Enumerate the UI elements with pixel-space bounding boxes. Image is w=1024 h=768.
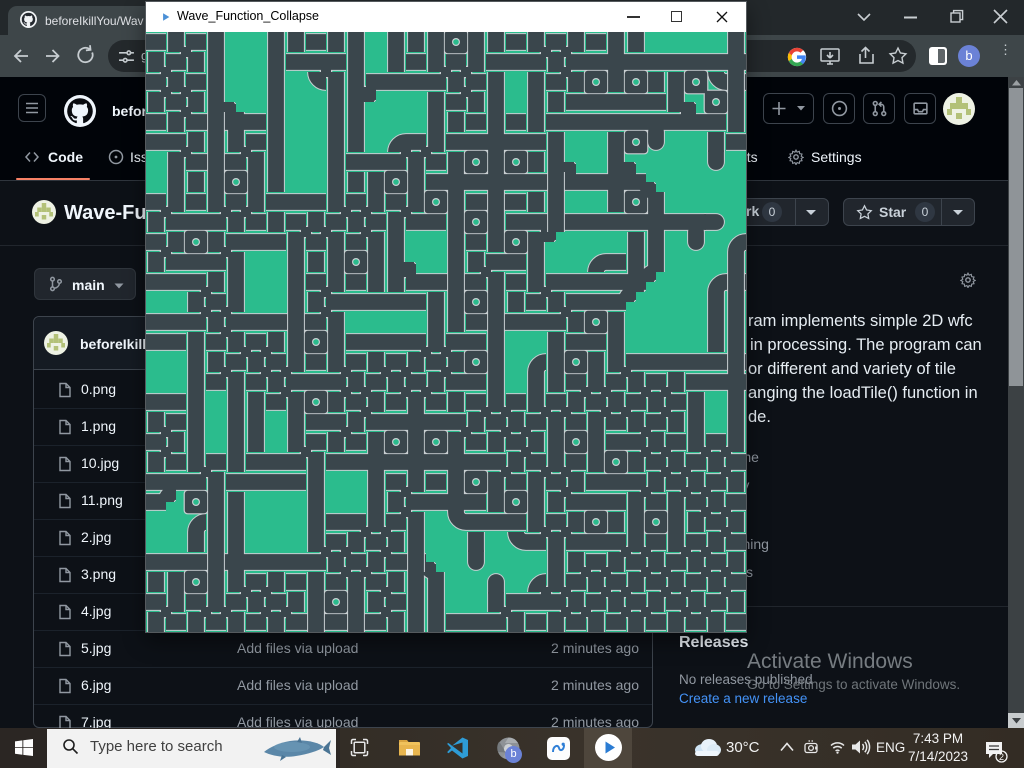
svg-text:2: 2: [999, 752, 1004, 762]
